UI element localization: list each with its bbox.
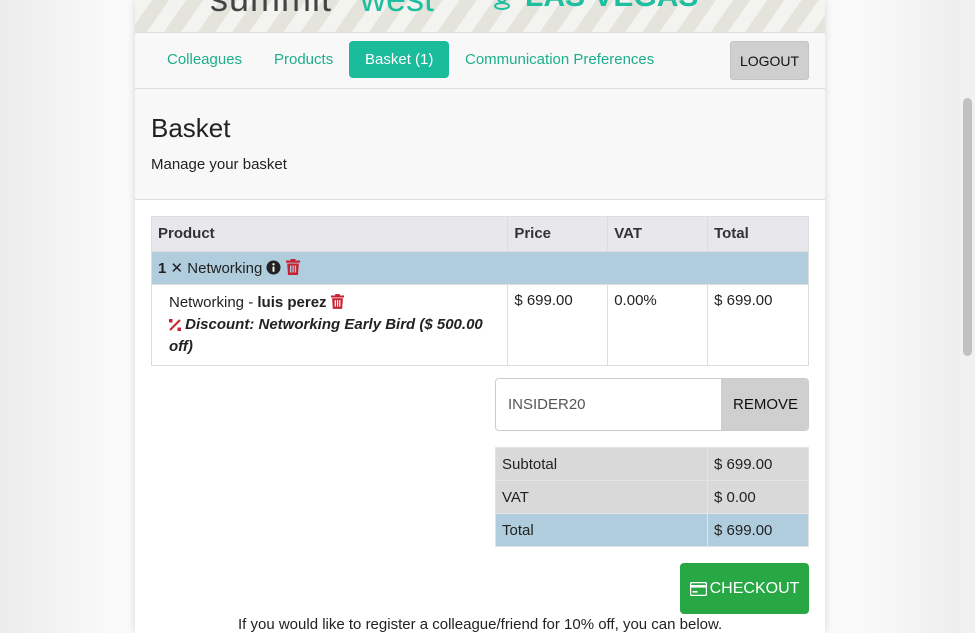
delete-item-trash-icon[interactable] <box>330 294 344 309</box>
basket-table-header: Product Price VAT Total <box>150 216 809 252</box>
logo-text-summit: summit <box>210 0 332 20</box>
nav-item-colleagues[interactable]: Colleagues <box>151 41 258 78</box>
coupon-form: REMOVE <box>495 378 809 431</box>
location-pin-icon <box>494 0 510 10</box>
info-icon[interactable] <box>266 260 281 275</box>
line-item-name: Networking - <box>169 294 258 311</box>
column-header-price: Price <box>507 216 609 252</box>
column-header-product: Product <box>150 216 509 252</box>
logo-text-location: LAS VEGAS <box>525 0 698 14</box>
product-group-row: 1 ✕ Networking <box>151 251 809 285</box>
checkout-label: CHECKOUT <box>709 580 800 597</box>
page-title: Basket <box>151 113 231 143</box>
nav-item-communication-preferences[interactable]: Communication Preferences <box>449 41 670 78</box>
main-nav: Colleagues Products Basket (1) Communica… <box>135 33 825 89</box>
logout-button[interactable]: LOGOUT <box>730 41 809 80</box>
event-banner: summit west LAS VEGAS <box>135 0 825 33</box>
line-item-attendee: luis perez <box>257 294 327 311</box>
page-subtitle: Manage your basket <box>151 156 287 173</box>
group-times-sign: ✕ <box>170 260 184 277</box>
subtotal-value: $ 699.00 <box>707 447 809 481</box>
nav-item-products[interactable]: Products <box>258 41 349 78</box>
product-group-cell: 1 ✕ Networking <box>151 251 809 285</box>
group-quantity: 1 <box>158 260 167 277</box>
delete-group-trash-icon[interactable] <box>285 259 300 275</box>
checkout-button[interactable]: CHECKOUT <box>680 563 809 614</box>
vat-row: VAT $ 0.00 <box>495 480 809 514</box>
coupon-code-input[interactable] <box>496 379 721 430</box>
column-header-total: Total <box>707 216 809 252</box>
line-item-total: $ 699.00 <box>707 284 809 366</box>
column-header-vat: VAT <box>607 216 709 252</box>
total-row: Total $ 699.00 <box>495 513 809 547</box>
page-container: summit west LAS VEGAS Colleagues Product… <box>135 0 825 633</box>
line-item-product-cell: Networking - luis perez Discount: Networ… <box>150 284 509 366</box>
nav-item-basket[interactable]: Basket (1) <box>349 41 450 78</box>
vat-label: VAT <box>495 480 708 514</box>
referral-note: If you would like to register a colleagu… <box>238 616 723 633</box>
page-scrollbar[interactable] <box>960 0 975 633</box>
scrollbar-thumb[interactable] <box>963 98 972 356</box>
totals-table: Subtotal $ 699.00 VAT $ 0.00 Total $ 699… <box>495 447 809 547</box>
logo-text-west: west <box>360 0 434 20</box>
percent-icon <box>169 319 181 331</box>
subtotal-label: Subtotal <box>495 447 708 481</box>
remove-coupon-button[interactable]: REMOVE <box>721 379 808 430</box>
line-item-vat: 0.00% <box>607 284 709 366</box>
basket-table: Product Price VAT Total 1 ✕ Networking N… <box>150 216 809 366</box>
total-value: $ 699.00 <box>707 513 809 547</box>
credit-card-icon <box>689 581 707 597</box>
basket-line-item: Networking - luis perez Discount: Networ… <box>150 284 809 366</box>
subtotal-row: Subtotal $ 699.00 <box>495 447 809 481</box>
line-item-price: $ 699.00 <box>507 284 609 366</box>
line-item-discount: Discount: Networking Early Bird ($ 500.0… <box>169 316 483 355</box>
group-product-name: Networking <box>187 260 263 277</box>
page-header: Basket Manage your basket <box>135 89 825 200</box>
vat-value: $ 0.00 <box>707 480 809 514</box>
total-label: Total <box>495 513 708 547</box>
